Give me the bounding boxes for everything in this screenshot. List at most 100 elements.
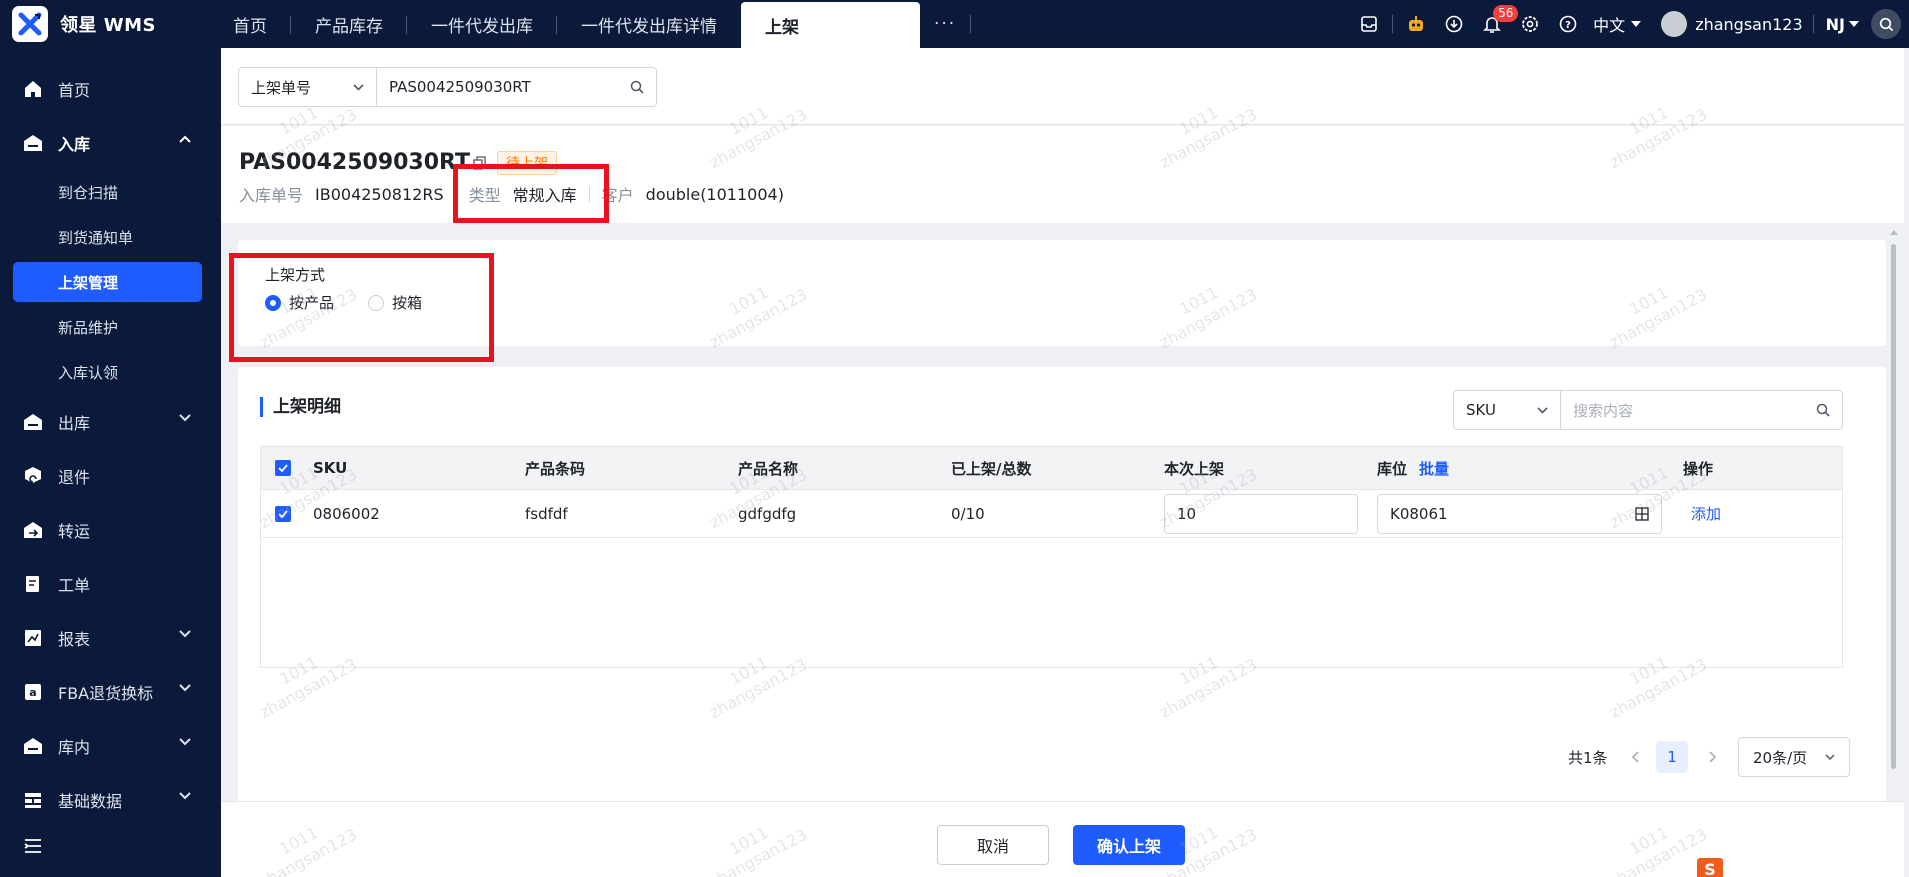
brand[interactable]: 领星 WMS (0, 0, 221, 48)
cell-putaway-qty: 10 (1164, 490, 1358, 537)
sidebar-item-returns[interactable]: 退件 (0, 454, 221, 498)
grid-picker-icon[interactable] (1635, 506, 1649, 521)
warehouse-selector[interactable]: NJ (1814, 15, 1871, 34)
sidebar-item-home[interactable]: 首页 (0, 67, 221, 111)
column-header-location-label: 库位 (1377, 459, 1408, 478)
sidebar-subitem-arrival-notice[interactable]: 到货通知单 (58, 217, 133, 257)
sidebar-item-in-warehouse[interactable]: 库内 (0, 724, 221, 768)
sidebar-item-label: 工单 (58, 576, 91, 595)
tab-home[interactable]: 首页 (221, 0, 291, 48)
sidebar-item-label: 出库 (58, 414, 91, 433)
putaway-table: SKU 产品条码 产品名称 已上架/总数 本次上架 库位 批量 操作 08060… (260, 446, 1843, 668)
order-number: PAS0042509030RT (239, 150, 471, 175)
column-header-actions: 操作 (1683, 459, 1714, 478)
tab-dropship-outbound-detail[interactable]: 一件代发出库详情 (557, 0, 741, 48)
batch-location-link[interactable]: 批量 (1419, 458, 1449, 479)
search-input[interactable]: PAS0042509030RT (376, 67, 657, 107)
sidebar-item-basic-data[interactable]: 基础数据 (0, 778, 221, 822)
sidebar-item-transfer[interactable]: 转运 (0, 508, 221, 552)
top-bar: 领星 WMS 首页 产品库存 一件代发出库 一件代发出库详情 上架 ··· 56… (0, 0, 1909, 48)
scrollbar-thumb[interactable] (1891, 244, 1896, 769)
prev-page-button[interactable] (1632, 737, 1640, 777)
cancel-button[interactable]: 取消 (937, 825, 1049, 865)
sidebar-subitem-inbound-claim[interactable]: 入库认领 (58, 352, 118, 392)
sidebar-item-label: 转运 (58, 522, 91, 541)
warehouse-icon (22, 735, 44, 757)
checkbox-checked-icon (275, 505, 291, 522)
sidebar-item-work-order[interactable]: 工单 (0, 562, 221, 606)
return-box-icon (22, 465, 44, 487)
add-action-link[interactable]: 添加 (1691, 490, 1721, 537)
column-header-location: 库位 批量 (1377, 447, 1449, 489)
section-title: 上架明细 (260, 397, 341, 417)
select-all-checkbox[interactable] (275, 447, 291, 489)
customer-value: double(1011004) (645, 184, 784, 204)
sidebar-item-label: FBA退货换标 (58, 684, 154, 703)
collapse-sidebar-button[interactable] (0, 824, 221, 868)
user-menu[interactable]: zhangsan123 (1651, 11, 1812, 37)
tab-label: 产品库存 (315, 16, 383, 37)
settings-gear-icon[interactable] (1511, 0, 1549, 48)
caret-down-icon (1849, 21, 1859, 27)
column-header-progress: 已上架/总数 (951, 459, 1032, 478)
tab-label: 上架 (765, 17, 799, 38)
page-number-1[interactable]: 1 (1656, 737, 1688, 777)
svg-text:a: a (29, 686, 36, 699)
sidebar-subitem-label: 入库认领 (58, 363, 119, 382)
putaway-detail-card: 上架明细 SKU 搜索内容 SKU 产品条码 产品名称 已上架/总数 本次上架 … (238, 367, 1886, 835)
highlight-box-putaway-method (229, 253, 494, 362)
inbox-icon[interactable] (1350, 0, 1388, 48)
putaway-qty-input[interactable]: 10 (1164, 493, 1358, 534)
robot-icon[interactable] (1397, 0, 1435, 48)
sidebar-item-label: 首页 (58, 81, 91, 100)
language-selector[interactable]: 中文 (1587, 12, 1651, 36)
tab-putaway[interactable]: 上架 (741, 2, 920, 48)
table-row: 0806002 fsdfdf gdfgdfg 0/10 10 K08061 添加 (261, 490, 1842, 538)
next-page-button[interactable] (1708, 737, 1716, 777)
sidebar-subitem-putaway-management[interactable]: 上架管理 (13, 262, 202, 302)
notification-bell-icon[interactable]: 56 (1473, 0, 1519, 48)
sidebar-item-label: 报表 (58, 630, 91, 649)
location-input[interactable]: K08061 (1377, 493, 1662, 534)
confirm-putaway-button[interactable]: 确认上架 (1073, 825, 1185, 865)
top-right-toolbar: 56 ? 中文 zhangsan123 NJ (1350, 0, 1909, 48)
content-scrollbar[interactable] (1889, 228, 1899, 848)
filter-field-select[interactable]: SKU (1453, 390, 1561, 430)
sidebar-subitem-new-product-maintenance[interactable]: 新品维护 (58, 307, 118, 347)
filter-field-label: SKU (1466, 401, 1496, 419)
sidebar-subitem-label: 到仓扫描 (58, 183, 119, 202)
home-icon (22, 78, 44, 100)
row-checkbox[interactable] (275, 490, 291, 537)
cell-progress: 0/10 (951, 504, 985, 523)
global-search-button[interactable] (1871, 9, 1901, 39)
tab-product-inventory[interactable]: 产品库存 (291, 0, 407, 48)
sidebar-item-reports[interactable]: 报表 (0, 616, 221, 660)
transfer-icon (22, 519, 44, 541)
sidebar-item-fba-relabel[interactable]: a FBA退货换标 (0, 670, 221, 714)
sidebar-item-outbound[interactable]: 出库 (0, 400, 221, 444)
warehouse-label: NJ (1825, 14, 1845, 34)
search-field-label: 上架单号 (251, 78, 312, 97)
chevron-right-icon (1709, 751, 1716, 763)
search-icon (1879, 17, 1893, 31)
sidebar-subitem-label: 到货通知单 (58, 228, 134, 247)
tab-label: 一件代发出库详情 (581, 16, 717, 37)
inbound-no-label: 入库单号 (239, 186, 304, 205)
add-action-label: 添加 (1691, 505, 1722, 523)
cell-product-name: gdfgdfg (738, 504, 797, 523)
download-icon[interactable] (1435, 0, 1473, 48)
search-icon[interactable] (1816, 403, 1830, 417)
search-field-select[interactable]: 上架单号 (238, 67, 377, 107)
tab-dropship-outbound[interactable]: 一件代发出库 (407, 0, 557, 48)
sidebar-subitem-arrival-scan[interactable]: 到仓扫描 (58, 172, 118, 212)
filter-search-input[interactable]: 搜索内容 (1560, 390, 1843, 430)
language-label: 中文 (1593, 16, 1626, 35)
table-header: SKU 产品条码 产品名称 已上架/总数 本次上架 库位 批量 操作 (261, 447, 1842, 490)
page-size-select[interactable]: 20条/页 (1738, 737, 1850, 777)
sidebar-item-inbound[interactable]: 入库 (0, 121, 221, 165)
help-icon[interactable]: ? (1549, 0, 1587, 48)
column-header-product-name: 产品名称 (738, 459, 799, 478)
chevron-down-icon (179, 792, 191, 800)
tab-more-button[interactable]: ··· (920, 0, 985, 48)
search-icon[interactable] (630, 80, 644, 94)
